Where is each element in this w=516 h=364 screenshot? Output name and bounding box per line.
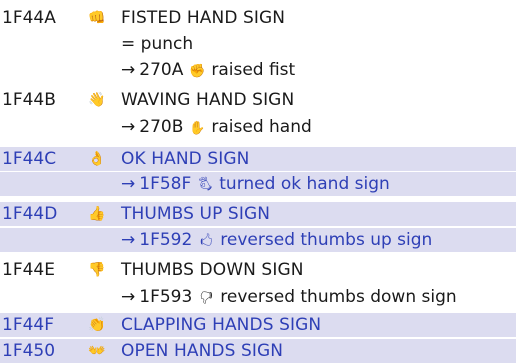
waving-hand-icon: 👋 xyxy=(88,92,106,108)
character-name: THUMBS DOWN SIGN xyxy=(121,260,304,280)
xref-name: reversed thumbs down sign xyxy=(220,287,457,307)
character-name: WAVING HAND SIGN xyxy=(121,90,295,110)
ok-hand-icon: 👌 xyxy=(88,151,106,167)
raised-fist-icon: ✊ xyxy=(189,64,206,79)
character-name: OK HAND SIGN xyxy=(121,149,250,169)
entry-1f44b: 1F44B 👋 WAVING HAND SIGN xyxy=(0,88,516,112)
xref-row: → 1F593 🖓 reversed thumbs down sign xyxy=(0,285,516,309)
reversed-thumbs-up-icon: 🖒 xyxy=(200,234,213,249)
xref-code: 1F592 xyxy=(139,230,193,250)
thumbs-down-icon: 👎 xyxy=(88,262,106,278)
xref-code: 270B xyxy=(139,117,184,137)
code-point: 1F450 xyxy=(2,341,56,361)
entry-1f44d: 1F44D 👍 THUMBS UP SIGN xyxy=(0,202,516,226)
xref-code: 1F593 xyxy=(139,287,193,307)
xref-name: raised fist xyxy=(211,60,296,80)
entry-1f44a: 1F44A 👊 FISTED HAND SIGN xyxy=(0,6,516,30)
clapping-hands-icon: 👏 xyxy=(88,317,106,333)
code-point: 1F44D xyxy=(2,204,58,224)
entry-1f44f: 1F44F 👏 CLAPPING HANDS SIGN xyxy=(0,313,516,337)
open-hands-icon: 👐 xyxy=(88,343,106,359)
arrow-icon: → xyxy=(121,287,136,307)
character-name: FISTED HAND SIGN xyxy=(121,8,286,28)
xref-name: raised hand xyxy=(211,117,312,137)
alias: = punch xyxy=(121,34,194,54)
arrow-icon: → xyxy=(121,60,136,80)
code-point: 1F44F xyxy=(2,315,55,335)
xref-name: reversed thumbs up sign xyxy=(220,230,433,250)
xref-row: → 270B ✋ raised hand xyxy=(0,115,516,139)
code-point: 1F44E xyxy=(2,260,55,280)
reversed-thumbs-down-icon: 🖓 xyxy=(200,291,213,306)
unicode-chart-page: 1F44A 👊 FISTED HAND SIGN = punch → 270A ✊ r… xyxy=(0,0,516,364)
xref-row: → 1F592 🖒 reversed thumbs up sign xyxy=(0,228,516,252)
fisted-hand-icon: 👊 xyxy=(88,10,106,26)
entry-1f44c: 1F44C 👌 OK HAND SIGN xyxy=(0,147,516,171)
code-point: 1F44A xyxy=(2,8,56,28)
xref-row: → 270A ✊ raised fist xyxy=(0,58,516,82)
character-name: THUMBS UP SIGN xyxy=(121,204,271,224)
character-name: CLAPPING HANDS SIGN xyxy=(121,315,322,335)
xref-row: → 1F58F 🖏 turned ok hand sign xyxy=(0,172,516,196)
arrow-icon: → xyxy=(121,174,136,194)
alias-row: = punch xyxy=(0,32,516,56)
code-point: 1F44B xyxy=(2,90,56,110)
xref-name: turned ok hand sign xyxy=(219,174,390,194)
turned-ok-hand-icon: 🖏 xyxy=(198,178,213,193)
entry-1f44e: 1F44E 👎 THUMBS DOWN SIGN xyxy=(0,258,516,282)
code-point: 1F44C xyxy=(2,149,57,169)
arrow-icon: → xyxy=(121,230,136,250)
raised-hand-icon: ✋ xyxy=(189,121,206,136)
xref-code: 1F58F xyxy=(139,174,192,194)
xref-code: 270A xyxy=(139,60,184,80)
entry-1f450: 1F450 👐 OPEN HANDS SIGN xyxy=(0,339,516,363)
character-name: OPEN HANDS SIGN xyxy=(121,341,284,361)
arrow-icon: → xyxy=(121,117,136,137)
thumbs-up-icon: 👍 xyxy=(88,206,106,222)
